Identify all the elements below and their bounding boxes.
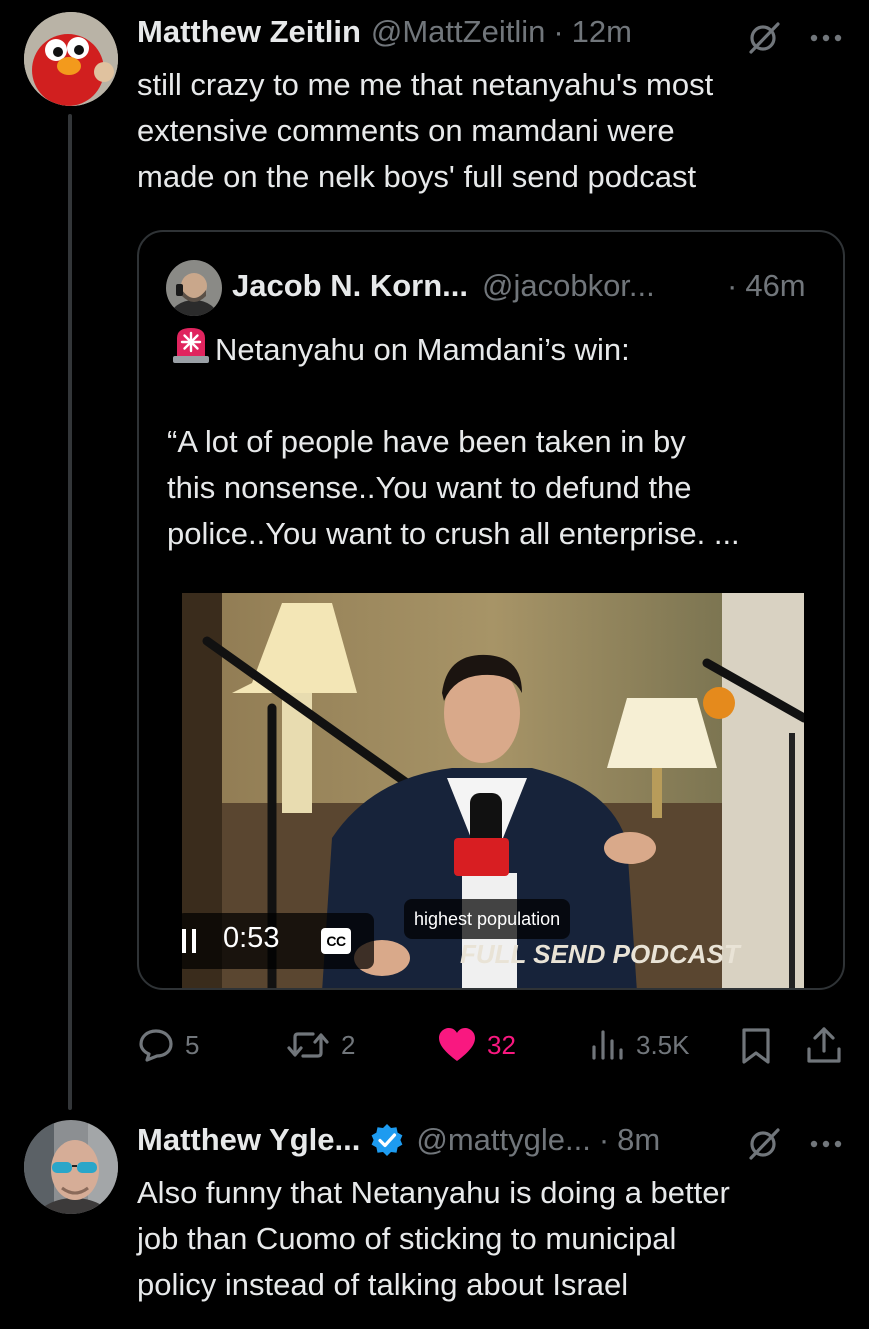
tweet1-separator: · [553, 14, 564, 49]
tweet1-handle[interactable]: @MattZeitlin [371, 14, 545, 50]
quote-tweet-card[interactable]: Jacob N. Korn... @jacobkor... · 46m Neta… [137, 230, 845, 990]
tweet2-separator: · [598, 1122, 610, 1157]
quote-handle[interactable]: @jacobkor... [482, 268, 655, 304]
more-dots-icon[interactable] [806, 30, 846, 46]
like-button[interactable]: 32 [437, 1015, 516, 1075]
tweet1-action-bar: 5 2 32 3.5K [0, 1015, 869, 1075]
quote-header: Jacob N. Korn... @jacobkor... [232, 268, 655, 304]
reply-icon [139, 1029, 173, 1062]
thread-connector-line [68, 114, 72, 1110]
tweet1-header: Matthew Zeitlin @MattZeitlin · 12m [137, 14, 847, 50]
grok-icon[interactable] [746, 20, 782, 56]
quote-time-row: · 46m [727, 268, 806, 304]
tweet1-text: still crazy to me me that netanyahu's mo… [137, 67, 714, 194]
view-count: 3.5K [636, 1029, 690, 1060]
siren-icon [169, 324, 213, 368]
like-count: 32 [487, 1029, 516, 1060]
bookmark-icon[interactable] [740, 1027, 772, 1065]
views-chart-icon [592, 1030, 623, 1060]
tweet2-display-name[interactable]: Matthew Ygle... [137, 1122, 360, 1158]
avatar-matthew-zeitlin[interactable] [24, 12, 118, 106]
tweet2-handle[interactable]: @mattygle... [416, 1122, 590, 1158]
video-player[interactable]: FULL SEND PODCAST 0:53 CC highest popula… [182, 593, 804, 988]
video-caption-text: highest population [414, 908, 561, 929]
avatar-jacob-korn [166, 260, 222, 316]
tweet1-display-name[interactable]: Matthew Zeitlin [137, 14, 361, 50]
verified-badge-icon [370, 1123, 404, 1157]
pause-icon[interactable] [182, 929, 198, 953]
cc-label: CC [326, 933, 346, 949]
tweet2-header: Matthew Ygle... @mattygle... · 8m [137, 1122, 660, 1158]
tweet1-time[interactable]: 12m [572, 14, 632, 50]
cc-button[interactable]: CC [321, 928, 351, 954]
quote-line1: Netanyahu on Mamdani’s win: [215, 332, 630, 367]
tweet2-text: Also funny that Netanyahu is doing a bet… [137, 1175, 730, 1302]
quote-time[interactable]: 46m [745, 268, 805, 304]
share-icon[interactable] [805, 1025, 843, 1065]
repost-icon [287, 1032, 329, 1058]
avatar-matthew-yglesias[interactable] [24, 1120, 118, 1214]
repost-button[interactable]: 2 [285, 1015, 355, 1075]
views-button[interactable]: 3.5K [590, 1015, 690, 1075]
video-timestamp: 0:53 [223, 922, 280, 954]
quote-separator: · [727, 268, 738, 303]
reply-button[interactable]: 5 [137, 1015, 199, 1075]
video-overlay-logo: FULL SEND PODCAST [460, 939, 742, 969]
repost-count: 2 [341, 1029, 356, 1060]
reply-count: 5 [185, 1029, 200, 1060]
quote-body: “A lot of people have been taken in by t… [167, 424, 740, 551]
video-caption: highest population [404, 899, 571, 939]
tweet2-time[interactable]: 8m [617, 1122, 660, 1158]
more-dots-icon-2[interactable] [806, 1136, 846, 1152]
grok-icon-2[interactable] [746, 1126, 782, 1162]
quote-display-name[interactable]: Jacob N. Korn... [232, 268, 468, 304]
heart-filled-icon [439, 1028, 475, 1061]
